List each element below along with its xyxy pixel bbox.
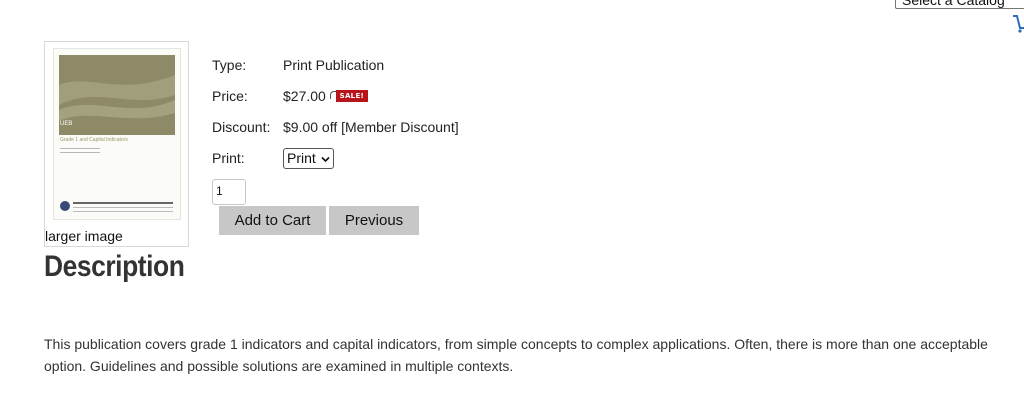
cart-icon[interactable] bbox=[1012, 14, 1024, 34]
product-page: Select a Catalog UEB Grade 1 and Capital… bbox=[0, 0, 1024, 410]
price-value: $27.00 bbox=[283, 88, 326, 104]
catalog-select[interactable]: Select a Catalog bbox=[895, 0, 1024, 9]
cover-art bbox=[59, 55, 175, 135]
print-select-wrap: Print bbox=[283, 148, 334, 169]
type-label: Type: bbox=[212, 57, 247, 73]
print-select[interactable]: Print bbox=[283, 148, 334, 169]
quantity-input[interactable]: 1 bbox=[212, 179, 246, 205]
chevron-down-icon bbox=[321, 156, 330, 162]
cover-title: Grade 1 and Capital Indicators bbox=[60, 137, 128, 143]
cover-image: UEB Grade 1 and Capital Indicators bbox=[53, 48, 181, 220]
sale-label: SALE! bbox=[335, 90, 368, 103]
cover-code: UEB bbox=[60, 121, 73, 127]
print-label: Print: bbox=[212, 150, 245, 166]
larger-image-link[interactable]: larger image bbox=[45, 228, 123, 244]
type-value: Print Publication bbox=[283, 57, 385, 73]
previous-button[interactable]: Previous bbox=[329, 206, 419, 235]
sale-tag-icon: SALE! bbox=[329, 90, 368, 103]
price-label: Price: bbox=[212, 88, 248, 104]
product-thumbnail[interactable]: UEB Grade 1 and Capital Indicators large… bbox=[44, 41, 189, 247]
price-value-wrap: $27.00 SALE! bbox=[283, 86, 368, 106]
print-select-value: Print bbox=[287, 150, 316, 166]
publisher-logo-icon bbox=[60, 201, 70, 211]
cover-publisher bbox=[73, 202, 173, 215]
add-to-cart-button[interactable]: Add to Cart bbox=[219, 206, 326, 235]
discount-value: $9.00 off [Member Discount] bbox=[283, 119, 459, 135]
description-text: This publication covers grade 1 indicato… bbox=[44, 336, 988, 374]
description-heading: Description bbox=[44, 250, 185, 283]
discount-label: Discount: bbox=[212, 119, 271, 135]
cover-fine-print bbox=[60, 148, 100, 156]
